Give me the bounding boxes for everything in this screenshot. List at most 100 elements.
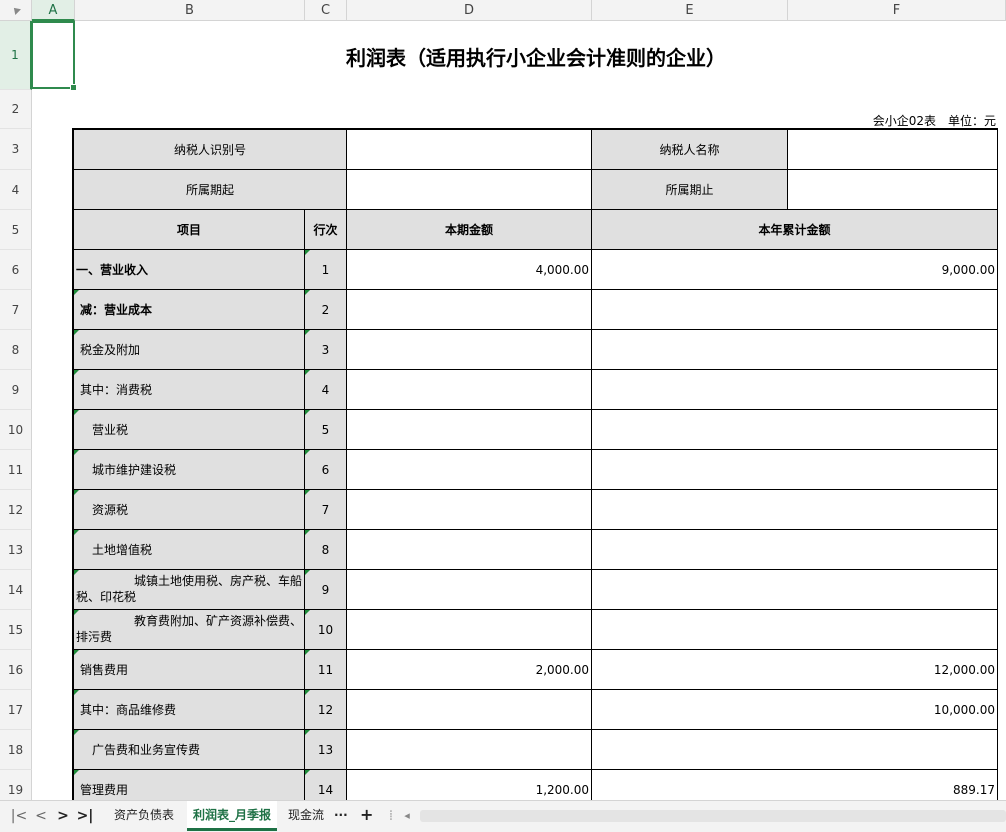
item-label[interactable]: 城镇土地使用税、房产税、车船税、印花税: [74, 570, 305, 610]
fill-handle[interactable]: [70, 84, 77, 91]
more-sheets-button[interactable]: ···: [328, 801, 354, 831]
column-header-a[interactable]: A: [32, 0, 75, 21]
row-header-10[interactable]: 10: [0, 410, 32, 450]
row-header-16[interactable]: 16: [0, 650, 32, 690]
item-label[interactable]: 销售费用: [74, 650, 305, 690]
tab-splitter[interactable]: ⁞: [384, 801, 398, 831]
line-number[interactable]: 4: [305, 370, 347, 410]
row-header-1[interactable]: 1: [0, 21, 32, 90]
ytd-amount[interactable]: [592, 370, 998, 410]
current-amount[interactable]: [347, 610, 592, 650]
header-line[interactable]: 行次: [305, 210, 347, 250]
ytd-amount[interactable]: [592, 490, 998, 530]
column-header-f[interactable]: F: [788, 0, 1006, 21]
ytd-amount[interactable]: [592, 570, 998, 610]
row-header-8[interactable]: 8: [0, 330, 32, 370]
taxpayer-id-label[interactable]: 纳税人识别号: [74, 130, 347, 170]
line-number[interactable]: 10: [305, 610, 347, 650]
header-ytd[interactable]: 本年累计金额: [592, 210, 998, 250]
unit-note[interactable]: 会小企02表 单位：元: [700, 112, 996, 128]
period-start-value[interactable]: [347, 170, 592, 210]
ytd-amount[interactable]: [592, 730, 998, 770]
line-number[interactable]: 9: [305, 570, 347, 610]
row-header-9[interactable]: 9: [0, 370, 32, 410]
next-sheet-button[interactable]: >: [52, 801, 74, 831]
scroll-left-icon[interactable]: ◂: [400, 801, 414, 831]
column-header-b[interactable]: B: [75, 0, 305, 21]
column-header-c[interactable]: C: [305, 0, 347, 21]
line-number[interactable]: 6: [305, 450, 347, 490]
row-header-3[interactable]: 3: [0, 129, 32, 170]
column-header-e[interactable]: E: [592, 0, 788, 21]
add-sheet-button[interactable]: +: [354, 801, 379, 831]
item-label[interactable]: 土地增值税: [74, 530, 305, 570]
ytd-amount[interactable]: [592, 530, 998, 570]
line-number[interactable]: 8: [305, 530, 347, 570]
current-amount[interactable]: [347, 410, 592, 450]
ytd-amount[interactable]: 889.17: [592, 770, 998, 800]
item-label[interactable]: 管理费用: [74, 770, 305, 800]
row-header-2[interactable]: 2: [0, 90, 32, 129]
select-all-corner[interactable]: [0, 0, 32, 21]
ytd-amount[interactable]: [592, 410, 998, 450]
line-number[interactable]: 5: [305, 410, 347, 450]
ytd-amount[interactable]: [592, 450, 998, 490]
tab-cash-flow[interactable]: 现金流: [282, 801, 330, 831]
row-header-5[interactable]: 5: [0, 210, 32, 250]
header-current[interactable]: 本期金额: [347, 210, 592, 250]
period-end-value[interactable]: [788, 170, 998, 210]
row-header-17[interactable]: 17: [0, 690, 32, 730]
row-header-18[interactable]: 18: [0, 730, 32, 770]
prev-sheet-button[interactable]: <: [30, 801, 52, 831]
row-header-6[interactable]: 6: [0, 250, 32, 290]
header-item[interactable]: 项目: [74, 210, 305, 250]
last-sheet-button[interactable]: >|: [74, 801, 96, 831]
current-amount[interactable]: 4,000.00: [347, 250, 592, 290]
line-number[interactable]: 2: [305, 290, 347, 330]
line-number[interactable]: 12: [305, 690, 347, 730]
current-amount[interactable]: [347, 450, 592, 490]
tab-income-statement[interactable]: 利润表_月季报: [187, 801, 278, 831]
taxpayer-id-value[interactable]: [347, 130, 592, 170]
row-header-15[interactable]: 15: [0, 610, 32, 650]
row-header-7[interactable]: 7: [0, 290, 32, 330]
ytd-amount[interactable]: [592, 330, 998, 370]
item-label[interactable]: 一、营业收入: [74, 250, 305, 290]
item-label[interactable]: 广告费和业务宣传费: [74, 730, 305, 770]
line-number[interactable]: 14: [305, 770, 347, 800]
item-label[interactable]: 城市维护建设税: [74, 450, 305, 490]
ytd-amount[interactable]: 10,000.00: [592, 690, 998, 730]
current-amount[interactable]: 2,000.00: [347, 650, 592, 690]
taxpayer-name-value[interactable]: [788, 130, 998, 170]
line-number[interactable]: 1: [305, 250, 347, 290]
current-amount[interactable]: [347, 730, 592, 770]
ytd-amount[interactable]: [592, 290, 998, 330]
active-cell-selection[interactable]: [31, 21, 77, 91]
current-amount[interactable]: [347, 290, 592, 330]
ytd-amount[interactable]: 12,000.00: [592, 650, 998, 690]
item-label[interactable]: 其中：消费税: [74, 370, 305, 410]
current-amount[interactable]: [347, 330, 592, 370]
item-label[interactable]: 教育费附加、矿产资源补偿费、排污费: [74, 610, 305, 650]
current-amount[interactable]: [347, 530, 592, 570]
row-header-11[interactable]: 11: [0, 450, 32, 490]
ytd-amount[interactable]: [592, 610, 998, 650]
line-number[interactable]: 3: [305, 330, 347, 370]
taxpayer-name-label[interactable]: 纳税人名称: [592, 130, 788, 170]
ytd-amount[interactable]: 9,000.00: [592, 250, 998, 290]
period-start-label[interactable]: 所属期起: [74, 170, 347, 210]
line-number[interactable]: 13: [305, 730, 347, 770]
item-label[interactable]: 其中：商品维修费: [74, 690, 305, 730]
current-amount[interactable]: 1,200.00: [347, 770, 592, 800]
item-label[interactable]: 营业税: [74, 410, 305, 450]
horizontal-scrollbar[interactable]: [420, 810, 1006, 822]
row-header-13[interactable]: 13: [0, 530, 32, 570]
row-header-4[interactable]: 4: [0, 170, 32, 210]
tab-balance-sheet[interactable]: 资产负债表: [108, 801, 180, 831]
sheet-title[interactable]: 利润表（适用执行小企业会计准则的企业）: [74, 22, 998, 90]
current-amount[interactable]: [347, 570, 592, 610]
item-label[interactable]: 减：营业成本: [74, 290, 305, 330]
current-amount[interactable]: [347, 370, 592, 410]
column-header-d[interactable]: D: [347, 0, 592, 21]
line-number[interactable]: 11: [305, 650, 347, 690]
